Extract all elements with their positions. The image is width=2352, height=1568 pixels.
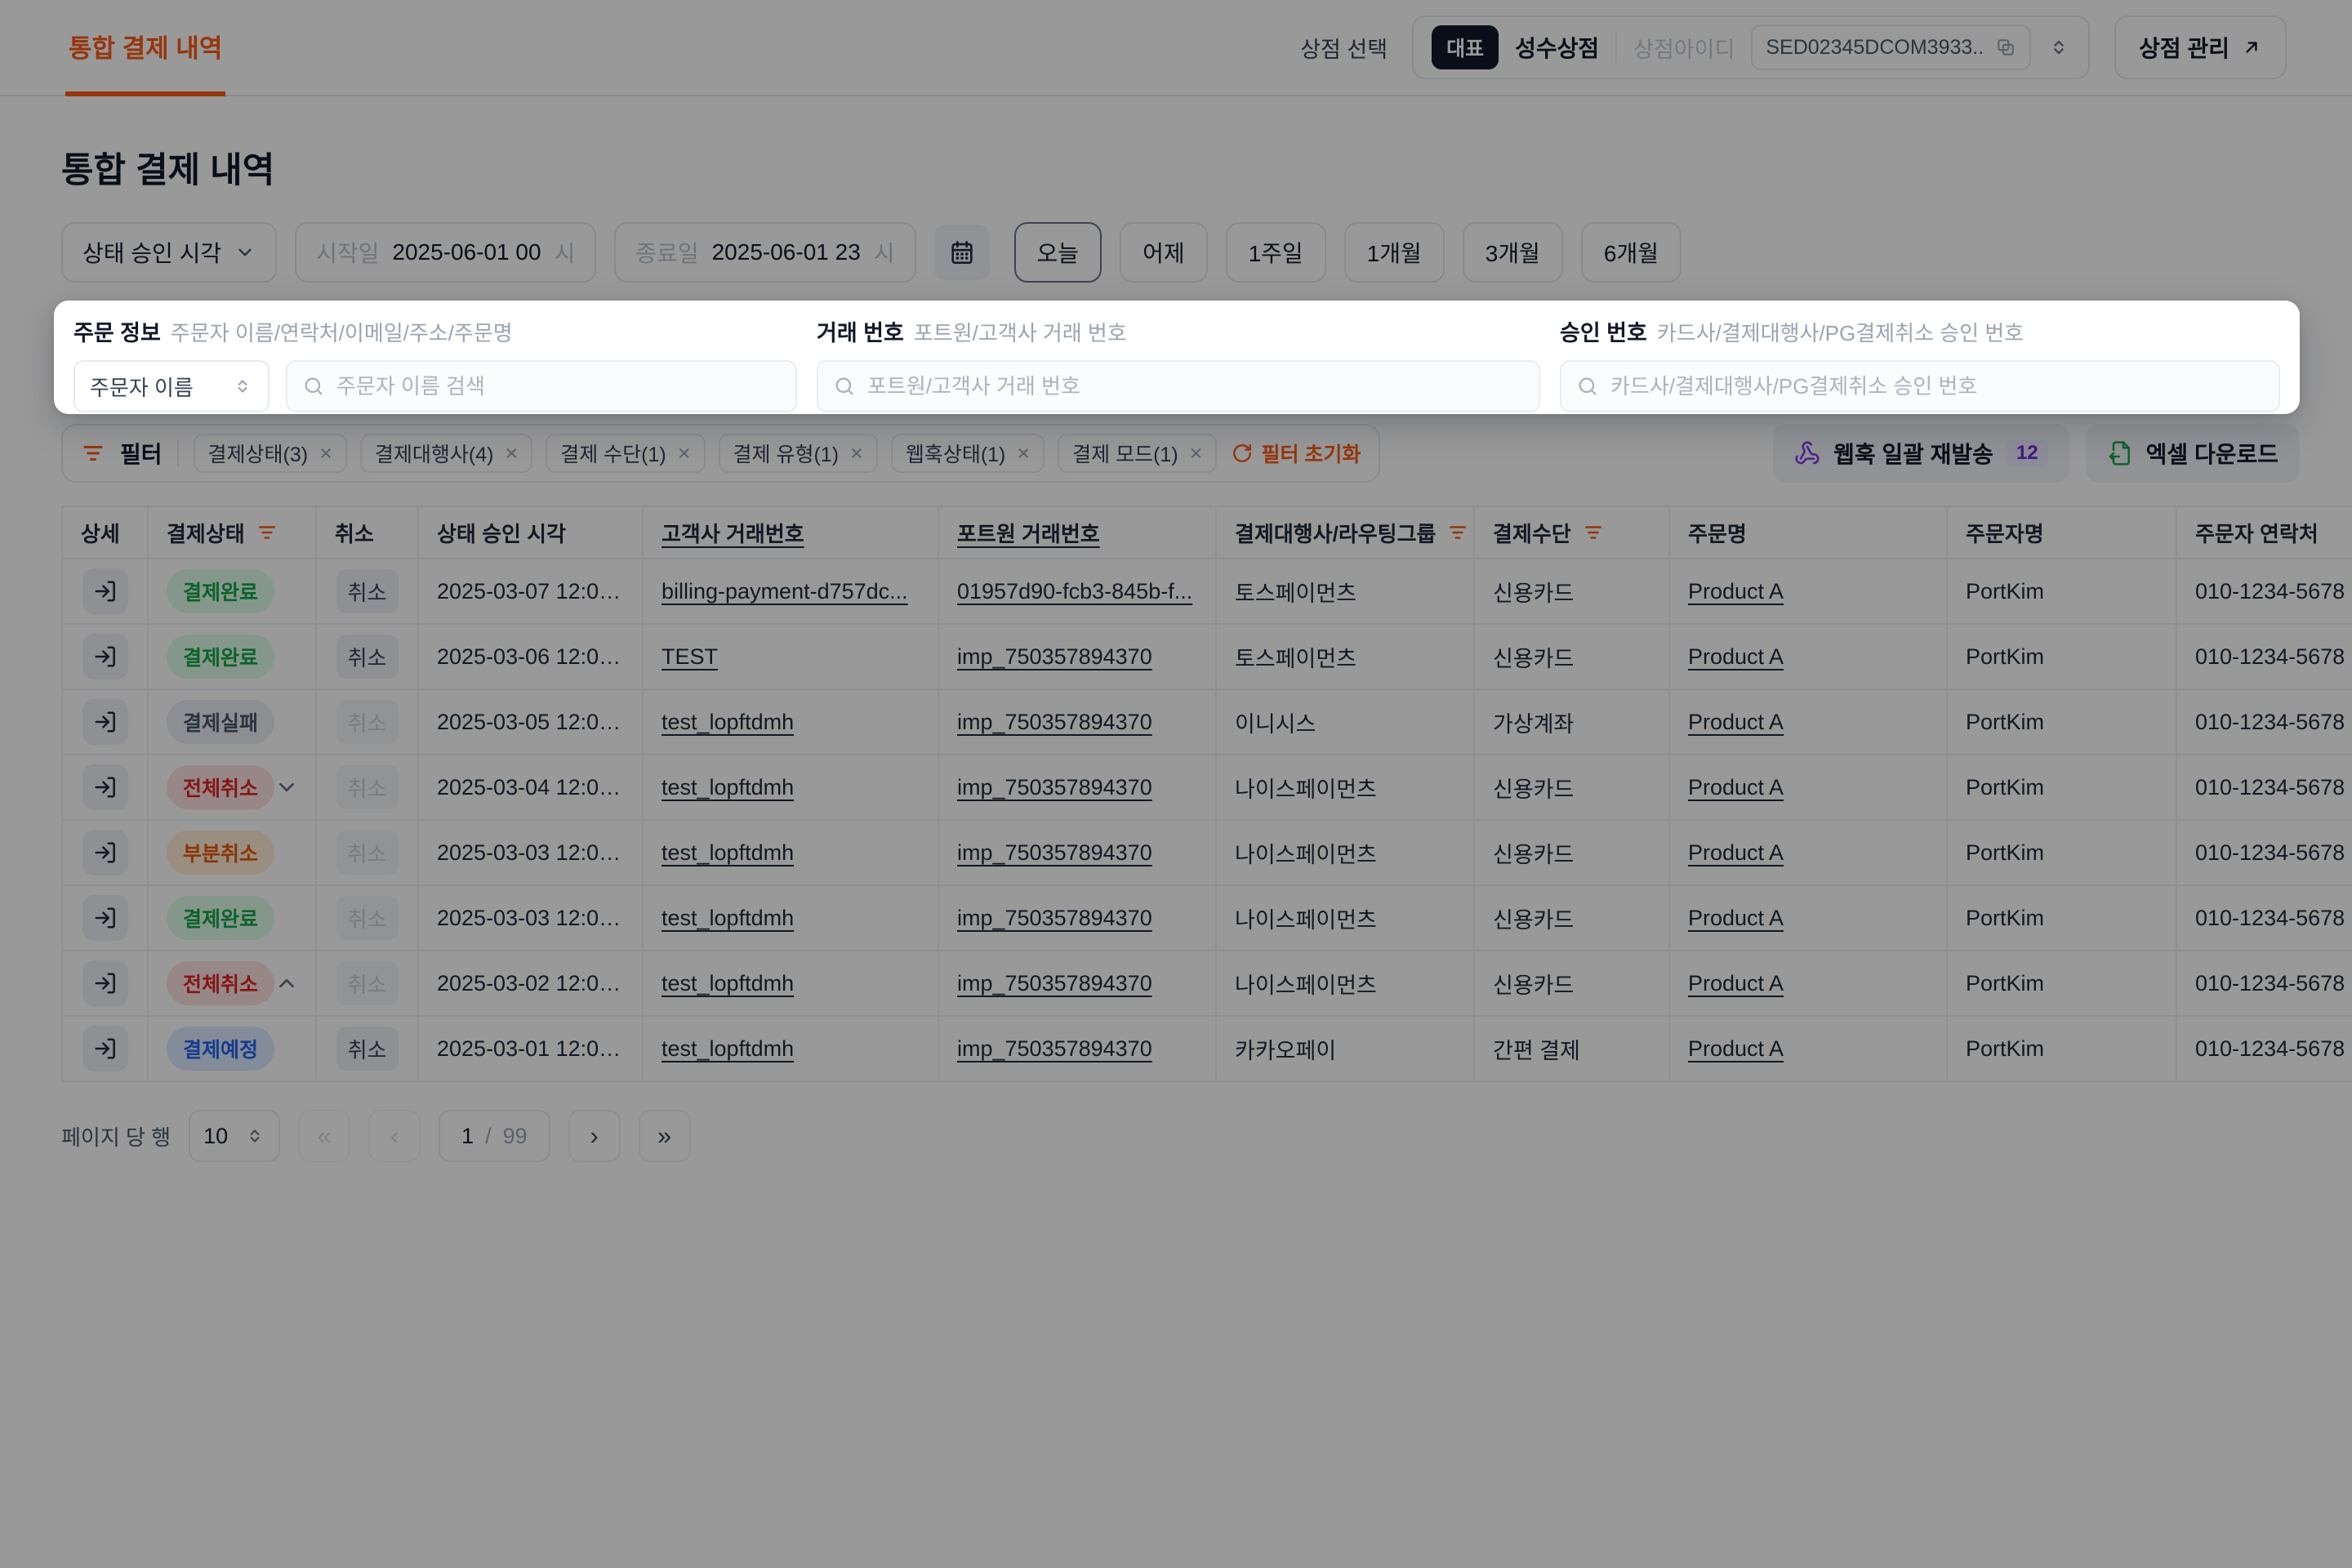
select-chevrons-icon [232,376,253,397]
order-info-subtitle: 주문자 이름/연락처/이메일/주소/주문명 [171,317,513,347]
transaction-number-search-input[interactable] [867,374,1524,399]
search-filter-panel: 주문 정보 주문자 이름/연락처/이메일/주소/주문명 주문자 이름 [54,301,2300,414]
transaction-number-subtitle: 포트원/고객사 거래 번호 [914,317,1127,347]
order-name-search-input[interactable] [336,374,781,399]
approval-number-section: 승인 번호 카드사/결제대행사/PG결제취소 승인 번호 [1560,315,2280,414]
approval-number-title: 승인 번호 [1560,315,1647,347]
dim-overlay [0,0,2352,1568]
search-icon [302,375,325,398]
order-info-section: 주문 정보 주문자 이름/연락처/이메일/주소/주문명 주문자 이름 [74,315,797,414]
transaction-number-title: 거래 번호 [817,315,904,347]
search-icon [833,375,856,398]
transaction-number-section: 거래 번호 포트원/고객사 거래 번호 [817,315,1540,414]
order-info-title: 주문 정보 [74,315,161,347]
order-search-type-select[interactable]: 주문자 이름 [74,360,270,412]
approval-number-subtitle: 카드사/결제대행사/PG결제취소 승인 번호 [1657,317,2024,347]
search-icon [1576,375,1599,398]
approval-number-search-input[interactable] [1610,374,2264,399]
